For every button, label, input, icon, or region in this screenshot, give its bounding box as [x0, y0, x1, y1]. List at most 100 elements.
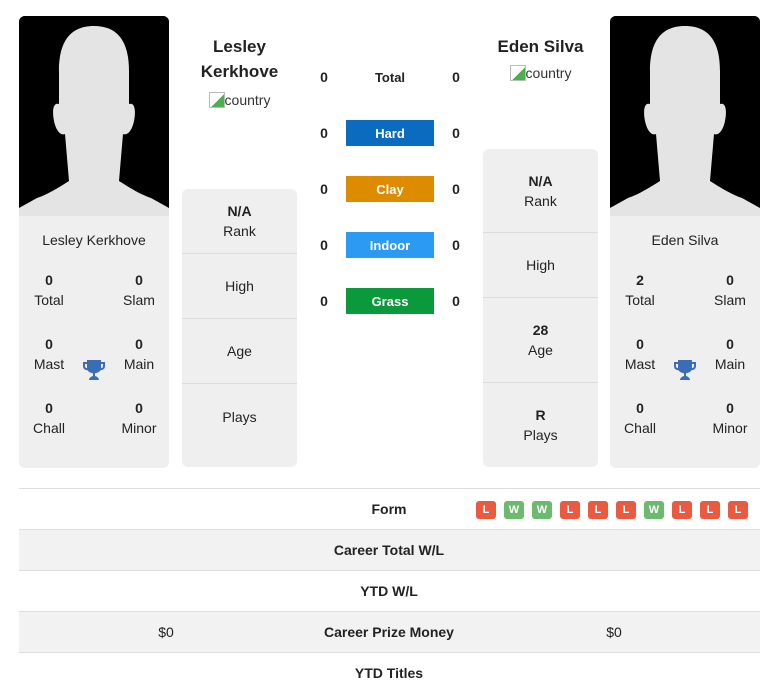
form-badge-win[interactable]: W	[504, 501, 524, 519]
player1-plays: Plays	[182, 384, 297, 449]
value: N/A	[528, 172, 553, 189]
label: High	[225, 278, 254, 294]
value: N/A	[227, 203, 252, 219]
row-label: Career Prize Money	[324, 624, 454, 640]
player2-rank: N/A Rank	[483, 149, 598, 233]
comparison-table: Form LWWLLLWLLL Career Total W/L YTD W/L…	[19, 488, 760, 694]
player1-score: 0	[320, 293, 328, 309]
label: Rank	[223, 223, 256, 239]
value: 0	[45, 336, 53, 352]
form-badge-win[interactable]: W	[644, 501, 664, 519]
label: Chall	[624, 420, 656, 436]
value: 0	[726, 336, 734, 352]
player1-minor-titles: 0 Minor	[109, 398, 169, 438]
label: Age	[528, 342, 553, 358]
player1-main-titles: 0 Main	[109, 334, 169, 374]
career-wl-row: Career Total W/L	[19, 530, 760, 571]
form-row: Form LWWLLLWLLL	[19, 489, 760, 530]
row-label: YTD Titles	[354, 665, 424, 681]
player1-country: country	[208, 92, 271, 108]
surface-row-total: 0 Total 0	[310, 63, 470, 91]
broken-image-icon	[509, 65, 526, 81]
player2-high: High	[483, 233, 598, 298]
surface-row-indoor: 0 Indoor 0	[310, 231, 470, 259]
surface-badge-hard: Hard	[346, 120, 434, 146]
form-badge-loss[interactable]: L	[728, 501, 748, 519]
form-badge-loss[interactable]: L	[672, 501, 692, 519]
player2-titles: 2 Total 0 Slam 0 Mast 0 Main 0 Chall 0 M…	[610, 270, 760, 468]
player1-total-titles: 0 Total	[19, 270, 79, 310]
player2-plays: R Plays	[483, 383, 598, 467]
prize-money-row: $0 Career Prize Money $0	[19, 612, 760, 653]
label: Slam	[123, 292, 155, 308]
player1-card: Lesley Kerkhove 0 Total 0 Slam 0 Mast 0 …	[19, 16, 169, 468]
player1-high: High	[182, 254, 297, 319]
value: 0	[45, 400, 53, 416]
surface-label: Total	[374, 69, 406, 85]
row-label: YTD W/L	[360, 583, 418, 599]
value: 0	[135, 400, 143, 416]
player1-titles: 0 Total 0 Slam 0 Mast 0 Main 0 Chall 0 M…	[19, 270, 169, 468]
label: High	[526, 257, 555, 273]
surface-badge-indoor: Indoor	[346, 232, 434, 258]
player2-score: 0	[452, 125, 460, 141]
row-label: Career Total W/L	[333, 542, 445, 558]
label: Plays	[523, 427, 558, 443]
label: Age	[227, 343, 252, 359]
player2-header: Eden Silva country	[483, 34, 598, 86]
player2-total-titles: 2 Total	[610, 270, 670, 310]
player2-name[interactable]: Eden Silva	[483, 34, 598, 59]
player2-form-badges: LWWLLLWLLL	[476, 501, 748, 519]
value: R	[535, 407, 546, 423]
player1-score: 0	[320, 237, 328, 253]
label: Total	[625, 292, 655, 308]
value: 0	[636, 336, 644, 352]
player1-name-line1[interactable]: Lesley	[182, 34, 297, 59]
form-badge-loss[interactable]: L	[560, 501, 580, 519]
label: Minor	[121, 420, 157, 436]
label: Main	[714, 356, 746, 372]
silhouette-icon	[610, 16, 760, 216]
player2-age: 28 Age	[483, 298, 598, 383]
value: 2	[636, 272, 644, 288]
country-alt-text: country	[224, 92, 271, 108]
value: 0	[45, 272, 53, 288]
player2-photo	[610, 16, 760, 216]
broken-image-icon	[208, 92, 225, 108]
player2-main-titles: 0 Main	[700, 334, 760, 374]
player1-score: 0	[320, 125, 328, 141]
player2-info: N/A Rank High 28 Age R Plays	[483, 149, 598, 467]
label: Slam	[714, 292, 746, 308]
value: 28	[532, 322, 549, 338]
player2-slam-titles: 0 Slam	[700, 270, 760, 310]
value: 0	[726, 400, 734, 416]
player1-photo	[19, 16, 169, 216]
player2-value: $0	[606, 624, 622, 640]
form-badge-loss[interactable]: L	[476, 501, 496, 519]
form-label: Form	[371, 501, 407, 517]
label: Minor	[712, 420, 748, 436]
player2-score: 0	[452, 293, 460, 309]
player1-info: N/A Rank High Age Plays	[182, 189, 297, 467]
label: Main	[123, 356, 155, 372]
ytd-titles-row: YTD Titles	[19, 653, 760, 694]
surface-badge-grass: Grass	[346, 288, 434, 314]
player2-minor-titles: 0 Minor	[700, 398, 760, 438]
label: Rank	[524, 192, 557, 209]
player1-value: $0	[158, 624, 174, 640]
player2-score: 0	[452, 69, 460, 85]
player1-name-line2[interactable]: Kerkhove	[182, 59, 297, 84]
surface-row-hard: 0 Hard 0	[310, 119, 470, 147]
surface-badge-clay: Clay	[346, 176, 434, 202]
country-alt-text: country	[525, 65, 572, 81]
player1-mast-titles: 0 Mast	[19, 334, 79, 374]
value: 0	[135, 336, 143, 352]
player1-age: Age	[182, 319, 297, 384]
label: Mast	[624, 356, 656, 372]
label: Chall	[33, 420, 65, 436]
form-badge-loss[interactable]: L	[616, 501, 636, 519]
value: 0	[135, 272, 143, 288]
form-badge-loss[interactable]: L	[588, 501, 608, 519]
form-badge-win[interactable]: W	[532, 501, 552, 519]
form-badge-loss[interactable]: L	[700, 501, 720, 519]
